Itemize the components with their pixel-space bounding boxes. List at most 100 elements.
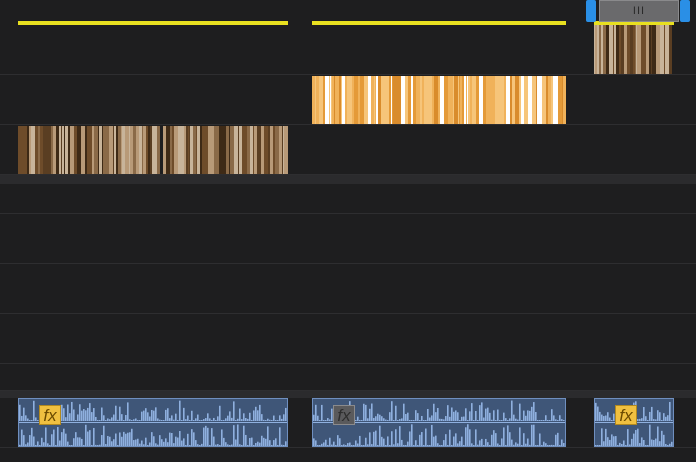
waveform-bar — [631, 438, 633, 446]
video-clip[interactable] — [18, 126, 160, 174]
fx-badge[interactable]: fx — [615, 405, 637, 425]
waveform-bar — [269, 439, 271, 446]
waveform-bar — [143, 443, 145, 446]
waveform-bar — [151, 431, 153, 446]
waveform-bar — [19, 404, 21, 421]
track-section-divider[interactable] — [0, 175, 696, 184]
waveform-bar — [479, 405, 481, 421]
waveform-bar — [435, 435, 437, 446]
waveform-bar — [609, 439, 611, 446]
waveform-bar — [379, 414, 381, 421]
waveform-graphic — [313, 423, 565, 446]
video-clip[interactable] — [594, 25, 672, 74]
empty-track[interactable] — [0, 264, 696, 314]
waveform-bar — [183, 437, 185, 446]
waveform-bar — [407, 441, 409, 446]
waveform-bar — [113, 438, 115, 446]
trim-handle-right[interactable] — [680, 0, 690, 22]
track-section-divider[interactable] — [0, 391, 696, 398]
waveform-bar — [147, 412, 149, 421]
empty-track[interactable] — [0, 214, 696, 264]
waveform-bar — [111, 417, 113, 421]
waveform-bar — [653, 439, 655, 446]
waveform-bar — [191, 410, 193, 421]
waveform-bar — [161, 420, 163, 421]
audio-clip[interactable]: fx — [594, 398, 674, 447]
video-clip[interactable] — [312, 76, 566, 124]
waveform-bar — [201, 443, 203, 446]
waveform-bar — [501, 420, 503, 421]
waveform-bar — [617, 444, 619, 446]
waveform-bar — [221, 420, 223, 421]
waveform-bar — [635, 429, 637, 446]
waveform-bar — [175, 413, 177, 421]
waveform-bar — [229, 411, 231, 421]
audio-clip[interactable]: fx — [312, 398, 566, 447]
waveform-bar — [639, 442, 641, 446]
waveform-bar — [551, 409, 553, 421]
empty-track[interactable] — [0, 364, 696, 391]
waveform-bar — [281, 418, 283, 421]
waveform-bar — [493, 429, 495, 446]
waveform-bar — [407, 412, 409, 421]
waveform-bar — [173, 442, 175, 446]
empty-track[interactable] — [0, 184, 696, 214]
waveform-bar — [97, 420, 99, 421]
clip-selection-handle[interactable]: III — [586, 0, 692, 22]
audio-track-1[interactable]: fx fx fx — [0, 398, 696, 448]
waveform-bar — [127, 402, 129, 421]
waveform-bar — [477, 420, 479, 421]
waveform-bar — [21, 429, 23, 446]
waveform-bar — [197, 443, 199, 446]
waveform-bar — [197, 414, 199, 421]
waveform-bar — [43, 441, 45, 446]
waveform-bar — [235, 419, 237, 421]
fx-badge[interactable]: fx — [39, 405, 61, 425]
waveform-bar — [27, 418, 29, 421]
waveform-bar — [173, 419, 175, 421]
waveform-bar — [351, 444, 353, 446]
waveform-bar — [613, 435, 615, 446]
video-track-1[interactable] — [0, 125, 696, 175]
audio-clip[interactable]: fx — [18, 398, 288, 447]
waveform-bar — [85, 424, 87, 446]
waveform-bar — [531, 406, 533, 421]
waveform-bar — [33, 435, 35, 446]
waveform-bar — [51, 433, 53, 446]
waveform-bar — [507, 424, 509, 446]
video-track-2[interactable] — [0, 75, 696, 125]
grip-lines-icon[interactable]: III — [599, 0, 679, 22]
waveform-bar — [651, 439, 653, 446]
empty-track[interactable] — [0, 314, 696, 364]
waveform-bar — [509, 418, 511, 421]
video-track-3[interactable] — [0, 25, 696, 75]
fx-badge[interactable]: fx — [333, 405, 355, 425]
waveform-bar — [267, 425, 269, 446]
waveform-bar — [667, 444, 669, 446]
timeline-panel[interactable]: III fx fx fx — [0, 0, 696, 462]
waveform-bar — [259, 404, 261, 421]
waveform-bar — [547, 444, 549, 446]
waveform-bar — [595, 444, 597, 446]
video-thumbnail-strip — [594, 25, 672, 74]
waveform-bar — [405, 414, 407, 421]
waveform-bar — [141, 411, 143, 421]
waveform-bar — [527, 410, 529, 421]
waveform-bar — [505, 418, 507, 421]
waveform-bar — [91, 444, 93, 446]
waveform-bar — [499, 444, 501, 446]
waveform-bar — [441, 444, 443, 446]
waveform-bar — [193, 431, 195, 446]
trim-handle-left[interactable] — [586, 0, 596, 22]
video-clip[interactable] — [163, 126, 288, 174]
waveform-bar — [557, 420, 559, 421]
waveform-bar — [199, 444, 201, 446]
waveform-bar — [537, 420, 539, 421]
waveform-bar — [431, 424, 433, 446]
waveform-bar — [413, 444, 415, 446]
waveform-bar — [477, 444, 479, 446]
thumbnail-stripe — [157, 126, 160, 174]
waveform-bar — [491, 419, 493, 421]
waveform-bar — [115, 405, 117, 421]
waveform-bar — [541, 420, 543, 421]
